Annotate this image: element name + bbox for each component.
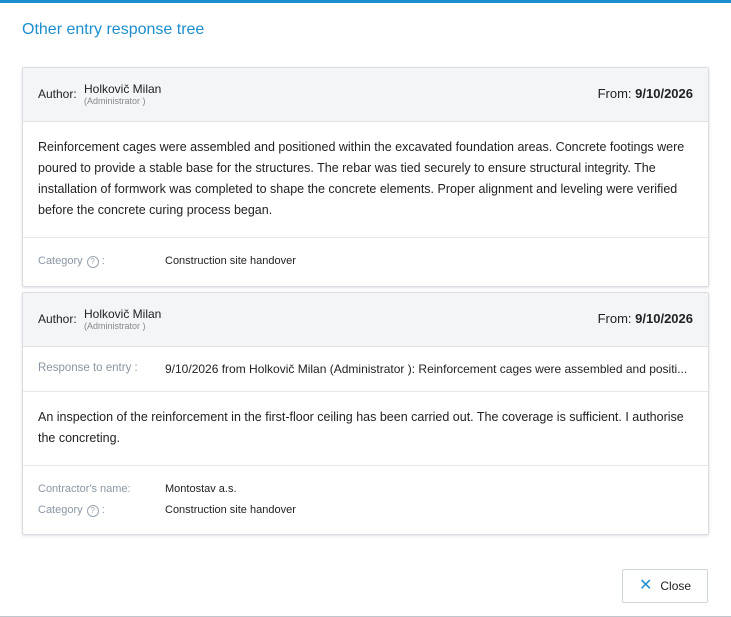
category-label: Category? : bbox=[38, 504, 105, 517]
category-value: Construction site handover bbox=[165, 255, 296, 267]
response-tree-dialog: Other entry response tree Author: Holkov… bbox=[0, 0, 731, 617]
entry-card: Author: Holkovič Milan (Administrator ) … bbox=[22, 67, 709, 287]
contractor-row: Contractor's name: Montostav a.s. bbox=[23, 483, 708, 505]
date-value: 9/10/2026 bbox=[635, 86, 693, 101]
close-button[interactable]: ✕ Close bbox=[622, 569, 708, 603]
category-row: Category? : Construction site handover bbox=[23, 255, 708, 277]
category-label: Category? : bbox=[38, 255, 105, 268]
entry-text: Reinforcement cages were assembled and p… bbox=[23, 122, 708, 238]
author-label: Author: bbox=[38, 312, 77, 326]
author-name: Holkovič Milan bbox=[84, 82, 162, 96]
response-to-label: Response to entry : bbox=[38, 362, 138, 374]
entry-card: Author: Holkovič Milan (Administrator ) … bbox=[22, 292, 709, 535]
dialog-title: Other entry response tree bbox=[22, 21, 205, 38]
category-value: Construction site handover bbox=[165, 504, 296, 516]
from-label: From: bbox=[597, 86, 632, 101]
author-role: (Administrator ) bbox=[84, 321, 146, 331]
entry-date: From: 9/10/2026 bbox=[598, 311, 693, 326]
entry-meta: Contractor's name: Montostav a.s. Catego… bbox=[23, 466, 708, 534]
category-row: Category? : Construction site handover bbox=[23, 504, 708, 526]
author-label: Author: bbox=[38, 87, 77, 101]
author-role: (Administrator ) bbox=[84, 96, 146, 106]
help-icon[interactable]: ? bbox=[86, 505, 99, 517]
entry-header: Author: Holkovič Milan (Administrator ) … bbox=[23, 293, 708, 347]
response-to-value[interactable]: 9/10/2026 from Holkovič Milan (Administr… bbox=[165, 362, 695, 376]
contractor-value: Montostav a.s. bbox=[165, 483, 237, 495]
close-label: Close bbox=[660, 579, 692, 593]
entry-meta: Category? : Construction site handover bbox=[23, 238, 708, 286]
help-icon[interactable]: ? bbox=[86, 256, 99, 268]
close-icon: ✕ bbox=[638, 577, 653, 594]
entry-text: An inspection of the reinforcement in th… bbox=[23, 392, 708, 466]
date-value: 9/10/2026 bbox=[635, 311, 693, 326]
from-label: From: bbox=[597, 311, 632, 326]
author-name: Holkovič Milan bbox=[84, 307, 162, 321]
entry-date: From: 9/10/2026 bbox=[598, 86, 693, 101]
contractor-label: Contractor's name: bbox=[38, 483, 131, 495]
entry-header: Author: Holkovič Milan (Administrator ) … bbox=[23, 68, 708, 122]
response-to-row: Response to entry : 9/10/2026 from Holko… bbox=[23, 347, 708, 392]
